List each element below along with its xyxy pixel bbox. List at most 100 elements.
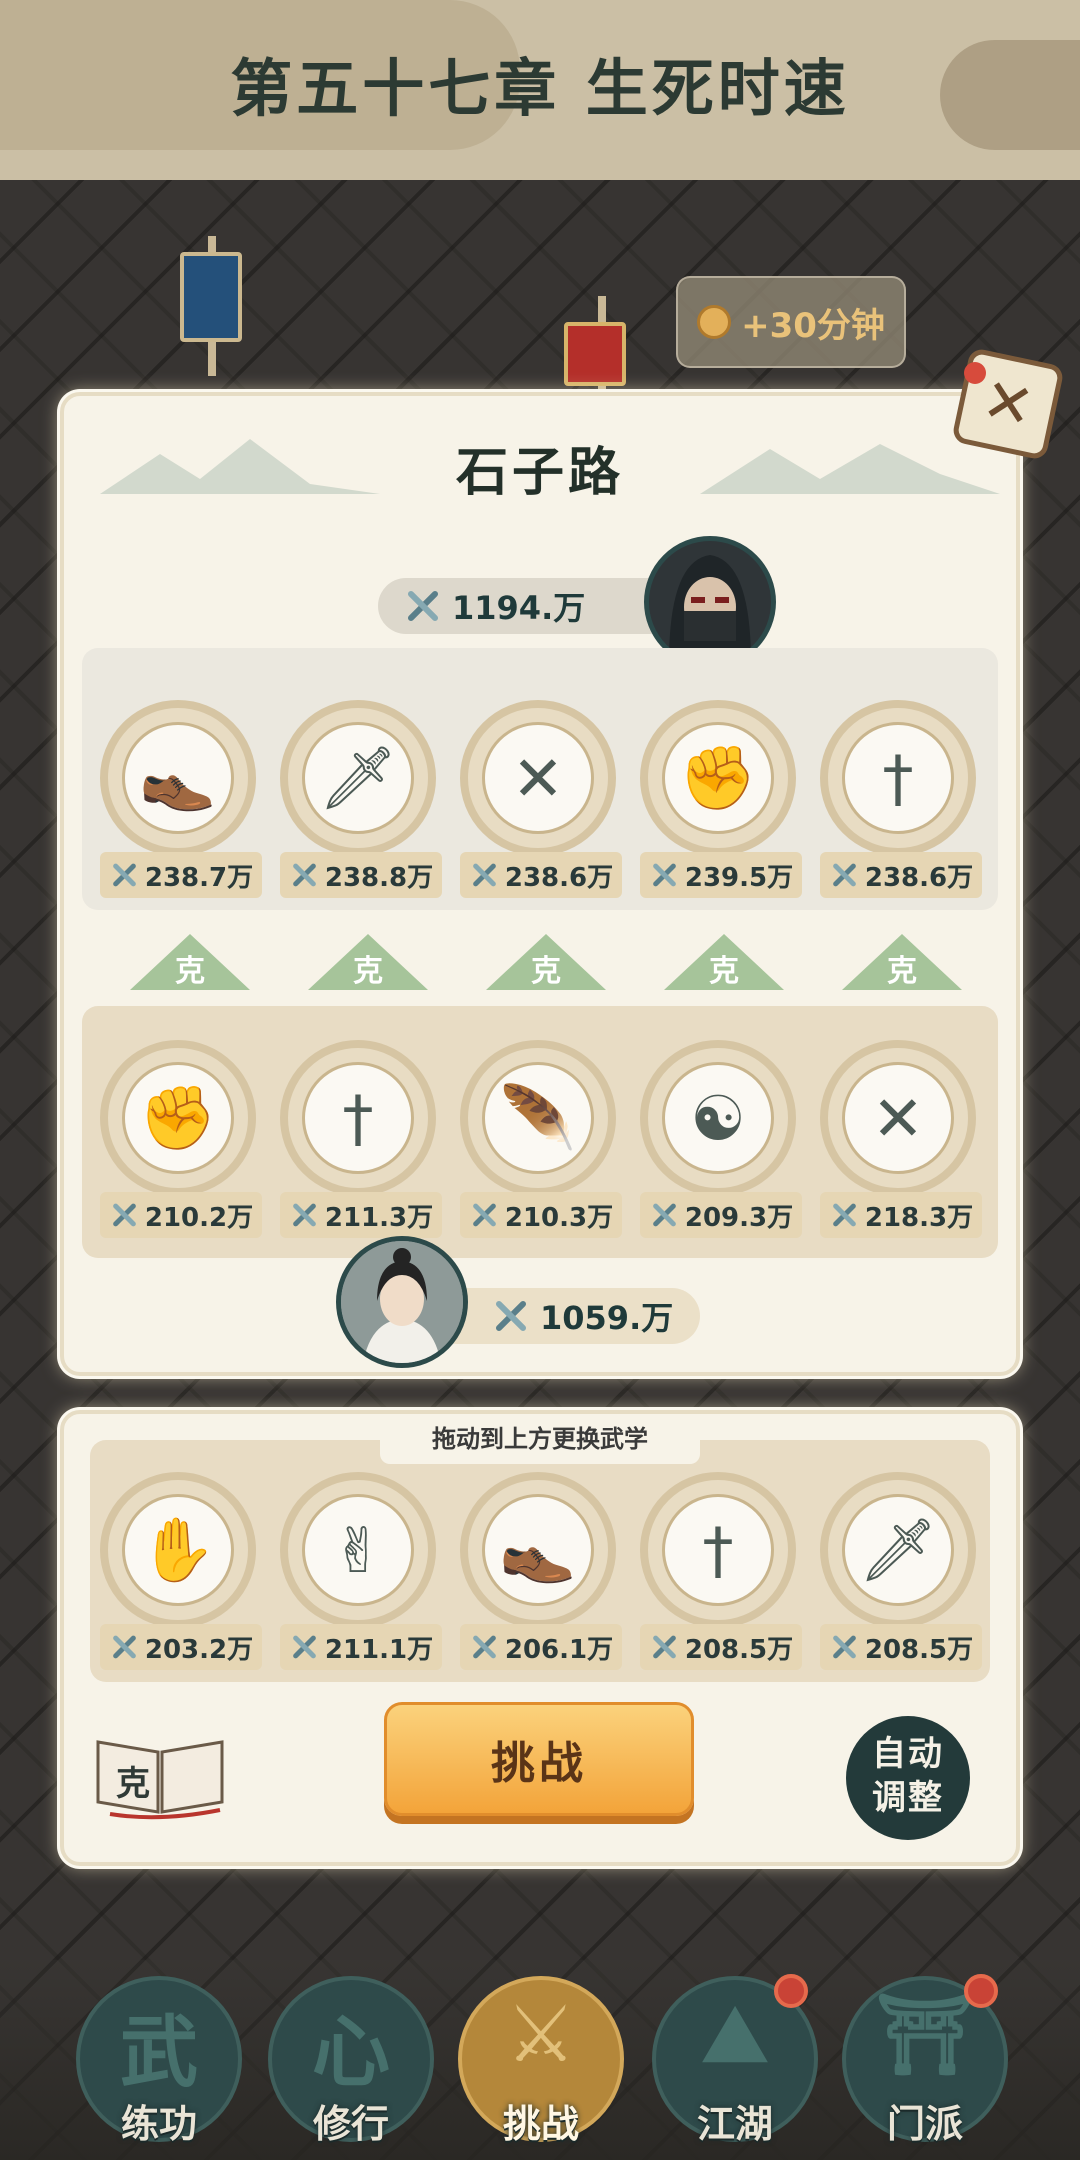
player-skill-slot[interactable]: ✊ 210.2万 [100,1040,262,1238]
skill-power: 208.5万 [640,1624,802,1670]
auto-adjust-button[interactable]: 自动 调整 [846,1716,970,1840]
nav-label: 挑战 [502,2102,579,2146]
nav-label: 修行 [312,2102,389,2146]
nav-tab-3[interactable]: ⛰ 江湖 [652,1974,818,2146]
stage-title: 石子路 [455,442,624,503]
power-icon [490,1296,530,1336]
skill-ring: ✕ [460,700,616,856]
enemy-skill-slot[interactable]: ✕ 238.6万 [460,700,622,898]
skill-power-value: 238.6万 [504,862,614,893]
inventory-skill-slot[interactable]: † 208.5万 [640,1472,802,1670]
skill-ring: † [640,1472,796,1628]
crossed-spears-icon: ✕ [482,722,594,834]
throwing-knives-icon: 🗡 [302,722,414,834]
two-finger-icon: ✌ [302,1494,414,1606]
time-bonus-label: +30分钟 [741,305,885,346]
meditation-icon: ☯ [662,1062,774,1174]
swordsman-avatar [336,1236,468,1368]
time-bonus-button[interactable]: +30分钟 [676,276,906,368]
power-icon [289,860,319,890]
skill-ring: ✊ [100,1040,256,1196]
counter-indicator: 克 [664,934,784,990]
blue-flag [180,252,242,342]
close-pin-dot [964,362,986,384]
skill-power: 210.3万 [460,1192,622,1238]
challenge-button[interactable]: 挑战 [384,1702,694,1816]
skill-ring: ✋ [100,1472,256,1628]
enemy-skill-slot[interactable]: † 238.6万 [820,700,982,898]
skill-power-value: 210.3万 [504,1202,614,1233]
skill-ring: ✌ [280,1472,436,1628]
saber-icon: † [302,1062,414,1174]
skill-power: 203.2万 [100,1624,262,1670]
crossed-swords-icon: ⚔ [506,1990,576,2080]
skill-power-value: 238.8万 [324,862,434,893]
counter-manual-book-icon[interactable]: 克 [90,1722,230,1822]
skill-power-value: 218.3万 [864,1202,974,1233]
skill-power-value: 211.1万 [324,1634,434,1665]
counter-label: 克 [175,954,205,989]
inventory-skill-slot[interactable]: 👞 206.1万 [460,1472,622,1670]
auto-adjust-line1: 自动 [872,1734,944,1774]
counter-label: 克 [353,954,383,989]
counter-indicator: 克 [308,934,428,990]
skill-ring: † [820,700,976,856]
crossed-spears-icon: ✕ [842,1062,954,1174]
enemy-power-value: 1194.万 [452,589,586,627]
feather-icon: 🪶 [482,1062,594,1174]
shoe-icon: 👞 [122,722,234,834]
skill-power-value: 239.5万 [684,862,794,893]
nav-tab-1[interactable]: 心修行 [268,1976,434,2146]
power-icon [289,1200,319,1230]
skill-power-value: 238.6万 [864,862,974,893]
skill-power-value: 208.5万 [684,1634,794,1665]
nav-label: 门派 [886,2102,963,2146]
power-icon [649,1632,679,1662]
power-icon [829,860,859,890]
swordsman-portrait [341,1241,463,1363]
sword-icon: † [662,1494,774,1606]
heart-mind-icon: 心 [311,2008,390,2098]
nav-tab-0[interactable]: 武练功 [76,1976,242,2146]
player-skill-slot[interactable]: ☯ 209.3万 [640,1040,802,1238]
skill-ring: ✊ [640,700,796,856]
skill-power-value: 208.5万 [864,1634,974,1665]
player-power-value: 1059.万 [540,1299,674,1337]
red-flag [564,322,626,386]
player-skill-slot[interactable]: 🪶 210.3万 [460,1040,622,1238]
enemy-skill-slot[interactable]: ✊ 239.5万 [640,700,802,898]
skill-power-value: 211.3万 [324,1202,434,1233]
player-skill-slot[interactable]: † 211.3万 [280,1040,442,1238]
power-icon [469,1200,499,1230]
player-skill-slot[interactable]: ✕ 218.3万 [820,1040,982,1238]
skill-power: 218.3万 [820,1192,982,1238]
open-book-illustration [96,1740,224,1820]
nav-tab-4[interactable]: ⛩ 门派 [842,1974,1008,2146]
skill-power: 238.7万 [100,852,262,898]
inventory-skill-slot[interactable]: ✋ 203.2万 [100,1472,262,1670]
power-icon [829,1200,859,1230]
skill-power-value: 238.7万 [144,862,254,893]
book-character: 克 [116,1764,150,1804]
enemy-skill-slot[interactable]: 🗡 238.8万 [280,700,442,898]
notification-badge [774,1974,808,2008]
enemy-skill-slot[interactable]: 👞 238.7万 [100,700,262,898]
shoe-icon: 👞 [482,1494,594,1606]
notification-badge [964,1974,998,2008]
throwing-knives-icon: 🗡 [842,1494,954,1606]
auto-adjust-line2: 调整 [872,1778,944,1818]
skill-ring: 👞 [460,1472,616,1628]
counter-label: 克 [531,954,561,989]
skill-power-value: 210.2万 [144,1202,254,1233]
enemy-total-power: 1194.万 [378,578,678,634]
counter-indicator: 克 [486,934,606,990]
power-icon [402,586,442,626]
skill-power: 209.3万 [640,1192,802,1238]
nav-label: 江湖 [696,2102,773,2146]
skill-power: 238.8万 [280,852,442,898]
nav-tab-2[interactable]: ⚔ 挑战 [458,1976,624,2146]
counter-indicator: 克 [842,934,962,990]
inventory-skill-slot[interactable]: 🗡 208.5万 [820,1472,982,1670]
skill-power: 208.5万 [820,1624,982,1670]
inventory-skill-slot[interactable]: ✌ 211.1万 [280,1472,442,1670]
